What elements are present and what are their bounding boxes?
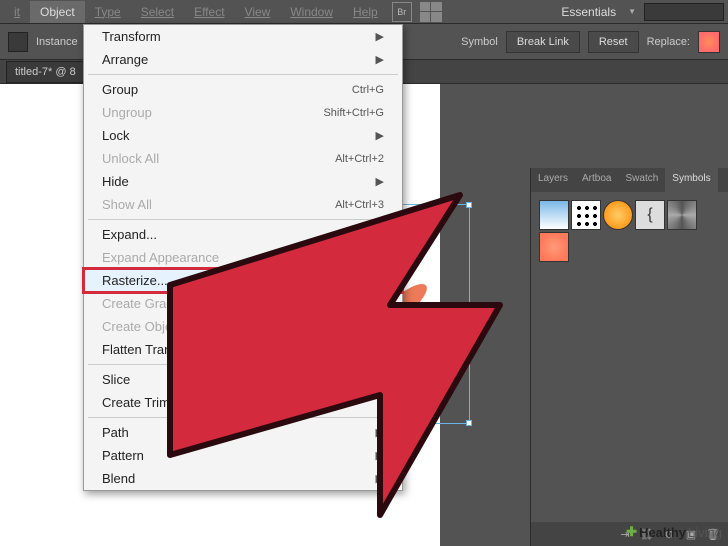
tab-label: titled-7* @ 8 bbox=[15, 66, 76, 78]
menu-slice[interactable]: Slice ▶ bbox=[84, 368, 402, 391]
panel-tabs: Layers Artboa Swatch Symbols bbox=[531, 168, 728, 192]
replace-label: Replace: bbox=[647, 36, 690, 48]
plus-icon: ✚ bbox=[626, 524, 637, 540]
label: Hide bbox=[102, 174, 129, 189]
arrange-docs-icon[interactable] bbox=[420, 2, 442, 22]
workspace-label: Essentials bbox=[553, 5, 624, 19]
symbol-label: Symbol bbox=[461, 36, 498, 48]
menu-window[interactable]: Window bbox=[280, 1, 343, 23]
chevron-down-icon: ▼ bbox=[628, 7, 636, 16]
menu-rasterize[interactable]: Rasterize... bbox=[84, 269, 402, 292]
label: Flatten Transparency bbox=[102, 342, 224, 357]
main-menubar: it Object Type Select Effect View Window… bbox=[0, 0, 728, 24]
label: Create Trim Marks bbox=[102, 395, 209, 410]
menu-select[interactable]: Select bbox=[131, 1, 184, 23]
label: Lock bbox=[102, 128, 129, 143]
search-input[interactable] bbox=[644, 3, 724, 21]
replace-swatch[interactable] bbox=[698, 31, 720, 53]
object-menu-dropdown: Transform ▶ Arrange ▶ Group Ctrl+G Ungroup S… bbox=[83, 24, 403, 491]
menu-separator bbox=[88, 74, 398, 75]
menu-pattern[interactable]: Pattern ▶ bbox=[84, 444, 402, 467]
symbol-gradient[interactable] bbox=[539, 200, 569, 230]
menu-ungroup: Ungroup Shift+Ctrl+G bbox=[84, 101, 402, 124]
label: Unlock All bbox=[102, 151, 159, 166]
document-tab[interactable]: titled-7* @ 8 bbox=[6, 61, 85, 83]
tab-artboards[interactable]: Artboa bbox=[575, 168, 618, 192]
submenu-arrow-icon: ▶ bbox=[376, 53, 384, 66]
symbol-orb[interactable] bbox=[603, 200, 633, 230]
selection-tool-icon[interactable] bbox=[8, 32, 28, 52]
panels-dock: Layers Artboa Swatch Symbols { ⇥ ⛓ ⚙ ▣ 🗑 bbox=[530, 168, 728, 546]
menu-transform[interactable]: Transform ▶ bbox=[84, 25, 402, 48]
menu-unlock-all: Unlock All Alt+Ctrl+2 bbox=[84, 147, 402, 170]
tab-symbols[interactable]: Symbols bbox=[665, 168, 717, 192]
submenu-arrow-icon: ▶ bbox=[376, 30, 384, 43]
label: Rasterize... bbox=[102, 273, 168, 288]
label: Transform bbox=[102, 29, 161, 44]
reset-button[interactable]: Reset bbox=[588, 31, 639, 53]
label: Create Gradie bbox=[102, 296, 184, 311]
menu-effect[interactable]: Effect bbox=[184, 1, 234, 23]
shortcut: Shift+Ctrl+G bbox=[323, 107, 384, 119]
menu-show-all: Show All Alt+Ctrl+3 bbox=[84, 193, 402, 216]
watermark: ✚ Healthy Living bbox=[626, 524, 722, 540]
label: Pattern bbox=[102, 448, 144, 463]
menu-blend[interactable]: Blend ▶ bbox=[84, 467, 402, 490]
menu-group[interactable]: Group Ctrl+G bbox=[84, 78, 402, 101]
shortcut: Ctrl+G bbox=[352, 84, 384, 96]
submenu-arrow-icon: ▶ bbox=[376, 129, 384, 142]
label: Expand... bbox=[102, 227, 157, 242]
submenu-arrow-icon: ▶ bbox=[376, 175, 384, 188]
symbol-flower[interactable] bbox=[539, 232, 569, 262]
label: Path bbox=[102, 425, 129, 440]
instance-label: Instance bbox=[36, 36, 78, 48]
symbol-gear[interactable] bbox=[667, 200, 697, 230]
label: Show All bbox=[102, 197, 152, 212]
label: Group bbox=[102, 82, 138, 97]
menu-arrange[interactable]: Arrange ▶ bbox=[84, 48, 402, 71]
menu-object[interactable]: Object bbox=[30, 1, 85, 23]
shortcut: Alt+Ctrl+3 bbox=[335, 199, 384, 211]
menu-type[interactable]: Type bbox=[85, 1, 131, 23]
handle-br[interactable] bbox=[466, 420, 472, 426]
tab-swatches[interactable]: Swatch bbox=[618, 168, 665, 192]
submenu-arrow-icon: ▶ bbox=[376, 426, 384, 439]
menu-gradient-mesh: Create Gradie bbox=[84, 292, 402, 315]
label: Blend bbox=[102, 471, 135, 486]
handle-tr[interactable] bbox=[466, 202, 472, 208]
bridge-icon[interactable]: Br bbox=[392, 2, 412, 22]
handle-mr[interactable] bbox=[466, 311, 472, 317]
menu-edit-partial[interactable]: it bbox=[4, 1, 30, 23]
menu-help[interactable]: Help bbox=[343, 1, 388, 23]
watermark-text1: Healthy bbox=[639, 525, 686, 540]
label: Arrange bbox=[102, 52, 148, 67]
menu-flatten-transparency[interactable]: Flatten Transparency bbox=[84, 338, 402, 361]
menu-hide[interactable]: Hide ▶ bbox=[84, 170, 402, 193]
submenu-arrow-icon: ▶ bbox=[376, 472, 384, 485]
menu-expand-appearance: Expand Appearance bbox=[84, 246, 402, 269]
label: Ungroup bbox=[102, 105, 152, 120]
menu-separator bbox=[88, 364, 398, 365]
menu-view[interactable]: View bbox=[235, 1, 281, 23]
label: Expand Appearance bbox=[102, 250, 219, 265]
watermark-text2: Living bbox=[688, 525, 722, 540]
break-link-button[interactable]: Break Link bbox=[506, 31, 580, 53]
submenu-arrow-icon: ▶ bbox=[376, 373, 384, 386]
symbol-ribbon[interactable]: { bbox=[635, 200, 665, 230]
tab-layers[interactable]: Layers bbox=[531, 168, 575, 192]
symbols-panel: { bbox=[531, 192, 728, 270]
menu-lock[interactable]: Lock ▶ bbox=[84, 124, 402, 147]
label: Create Object M bbox=[102, 319, 197, 334]
label: Slice bbox=[102, 372, 130, 387]
menu-separator bbox=[88, 219, 398, 220]
shortcut: Alt+Ctrl+2 bbox=[335, 153, 384, 165]
menu-object-mosaic: Create Object M bbox=[84, 315, 402, 338]
menu-trim-marks[interactable]: Create Trim Marks bbox=[84, 391, 402, 414]
submenu-arrow-icon: ▶ bbox=[376, 449, 384, 462]
menu-expand[interactable]: Expand... bbox=[84, 223, 402, 246]
menu-separator bbox=[88, 417, 398, 418]
workspace-switcher[interactable]: Essentials ▼ bbox=[553, 5, 636, 19]
symbol-inkblot[interactable] bbox=[571, 200, 601, 230]
menu-path[interactable]: Path ▶ bbox=[84, 421, 402, 444]
